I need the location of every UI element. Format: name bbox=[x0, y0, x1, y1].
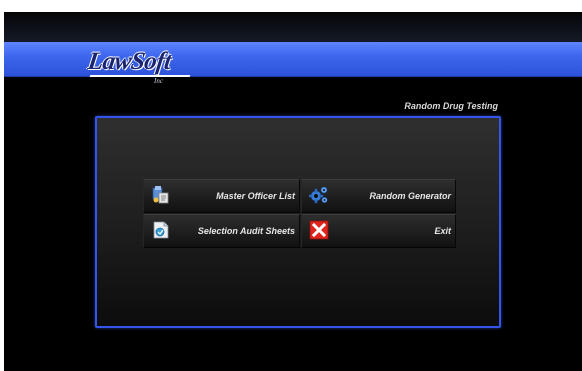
selection-audit-sheets-label: Selection Audit Sheets bbox=[197, 226, 295, 236]
app-subtitle: Random Drug Testing bbox=[404, 101, 498, 111]
exit-button[interactable]: Exit bbox=[301, 214, 456, 248]
audit-sheet-icon bbox=[151, 220, 171, 240]
random-generator-button[interactable]: Random Generator bbox=[301, 179, 456, 213]
selection-audit-sheets-button[interactable]: Selection Audit Sheets bbox=[143, 214, 300, 248]
gears-icon bbox=[309, 185, 329, 205]
officer-list-icon bbox=[151, 185, 171, 205]
master-officer-list-label: Master Officer List bbox=[216, 191, 295, 201]
main-menu-panel: Master Officer List Random Generator Sel… bbox=[95, 116, 501, 328]
app-window: LawSoft Inc Random Drug Testing Master O… bbox=[4, 12, 582, 371]
exit-label: Exit bbox=[434, 226, 451, 236]
logo-text: LawSoft bbox=[86, 48, 173, 75]
logo-underline bbox=[89, 75, 191, 77]
logo-sub: Inc bbox=[154, 77, 163, 85]
master-officer-list-button[interactable]: Master Officer List bbox=[143, 179, 300, 213]
page: LawSoft Inc Random Drug Testing Master O… bbox=[0, 0, 582, 371]
top-band bbox=[4, 12, 582, 42]
lawsoft-logo: LawSoft Inc bbox=[86, 48, 200, 88]
random-generator-label: Random Generator bbox=[369, 191, 451, 201]
red-x-icon bbox=[309, 220, 329, 240]
